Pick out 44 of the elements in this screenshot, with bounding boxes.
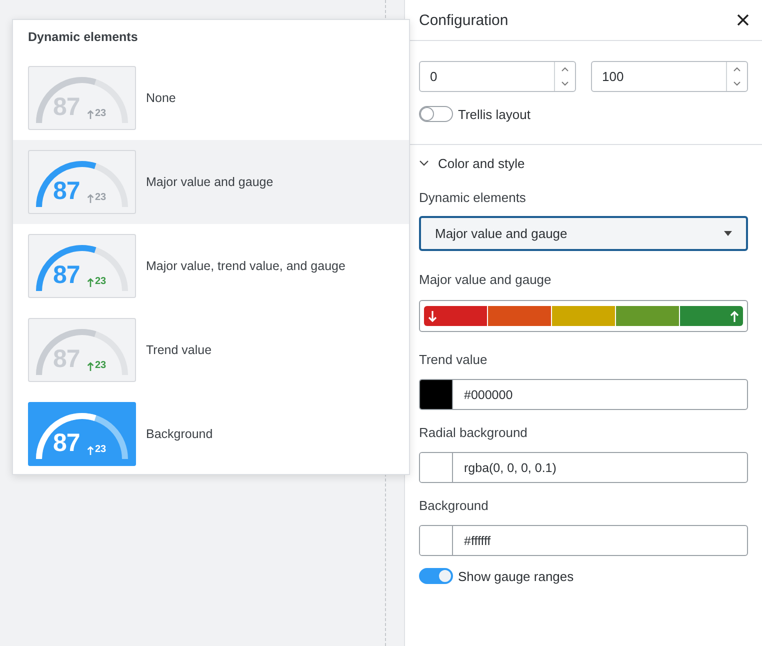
toggle-switch[interactable] — [419, 106, 453, 122]
menu-option[interactable]: 87 23 Background — [13, 392, 409, 476]
up-arrow-icon — [87, 278, 94, 287]
number-field[interactable]: 100 — [591, 61, 748, 92]
trend-value: 23 — [95, 445, 106, 455]
range-segment[interactable] — [680, 306, 743, 326]
number-field[interactable]: 0 — [419, 61, 576, 92]
up-arrow-icon — [87, 446, 94, 455]
range-segment[interactable] — [424, 306, 487, 326]
panel-title: Configuration — [419, 12, 508, 28]
menu-option[interactable]: 87 23 Major value, trend value, and gauge — [13, 224, 409, 308]
up-arrow-icon — [87, 110, 94, 119]
trend-value: 23 — [95, 361, 106, 371]
caret-icon — [724, 231, 732, 236]
trend-value: 23 — [95, 109, 106, 119]
field-label: Trend value — [419, 352, 488, 367]
field-label: Background — [419, 498, 490, 513]
chevron-up-icon[interactable] — [733, 66, 741, 72]
gauge-value: 87 — [53, 431, 80, 456]
up-arrow-icon — [730, 310, 739, 322]
chevron-down-icon[interactable] — [561, 81, 569, 86]
chevron-up-icon[interactable] — [561, 66, 569, 72]
gauge-value: 87 — [53, 179, 80, 204]
field-label: Dynamic elements — [419, 190, 527, 205]
dropdown-select[interactable]: Major value and gauge — [419, 216, 748, 251]
menu-option[interactable]: 87 23 Major value and gauge — [13, 140, 409, 224]
toggle-switch[interactable] — [419, 568, 453, 584]
toggle-label: Show gauge ranges — [458, 568, 574, 584]
trend-value: 23 — [95, 193, 106, 203]
up-arrow-icon — [87, 194, 94, 203]
trend-value: 23 — [95, 277, 106, 287]
gauge-value: 87 — [53, 263, 80, 288]
menu-title: Dynamic elements — [27, 29, 139, 46]
section-header[interactable]: Color and style — [419, 156, 748, 170]
down-arrow-icon — [428, 310, 437, 322]
color-range-bar[interactable] — [419, 300, 748, 332]
chevron-down-icon[interactable] — [733, 81, 741, 86]
field-label: Radial background — [419, 425, 528, 440]
field-label: Major value and gauge — [419, 272, 552, 287]
section-title: Color and style — [438, 156, 525, 170]
toggle-label: Trellis layout — [458, 106, 530, 122]
chevron-down-icon — [419, 160, 429, 166]
up-arrow-icon — [87, 362, 94, 371]
close-icon[interactable] — [737, 14, 749, 26]
